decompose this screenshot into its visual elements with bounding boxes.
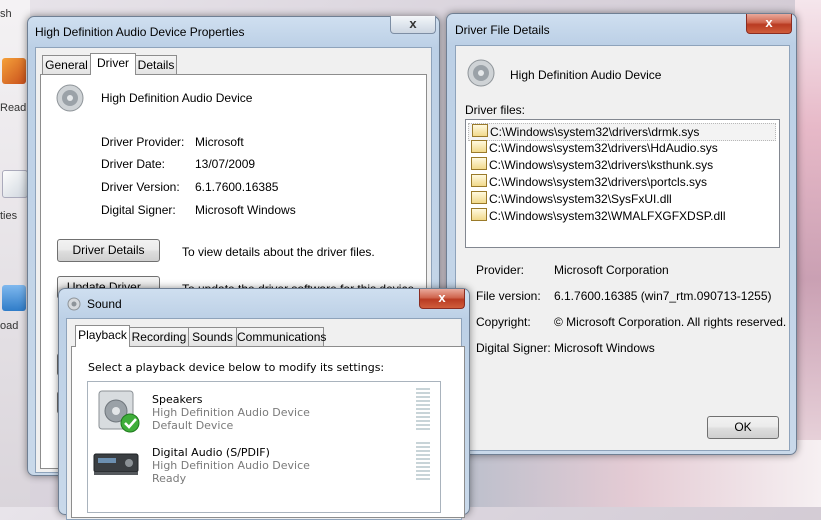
digital-signer-value: Microsoft Windows xyxy=(195,203,296,217)
spdif-device-icon[interactable] xyxy=(91,442,141,482)
file-version-value: 6.1.7600.16385 (win7_rtm.090713-1255) xyxy=(554,289,772,303)
speaker-icon xyxy=(467,59,495,87)
driver-details-button[interactable]: Driver Details xyxy=(57,239,160,262)
file-digital-signer-label: Digital Signer: xyxy=(476,341,551,355)
file-details-device-name: High Definition Audio Device xyxy=(510,68,662,82)
tab-details[interactable]: Details xyxy=(135,55,177,75)
speakers-device-icon[interactable] xyxy=(93,387,141,435)
copyright-value: © Microsoft Corporation. All rights rese… xyxy=(554,315,787,329)
provider-label: Provider: xyxy=(476,263,525,277)
sound-window-title: Sound xyxy=(87,297,122,311)
file-row[interactable]: C:\Windows\system32\drivers\portcls.sys xyxy=(468,174,774,190)
driver-date-value: 13/07/2009 xyxy=(195,157,256,171)
digital-signer-label: Digital Signer: xyxy=(101,203,176,217)
speakers-desc: High Definition Audio Device xyxy=(152,406,310,419)
driver-files-list[interactable]: C:\Windows\system32\drivers\drmk.sys C:\… xyxy=(465,119,780,248)
file-row[interactable]: C:\Windows\system32\drivers\HdAudio.sys xyxy=(468,140,774,156)
tab-recording[interactable]: Recording xyxy=(129,327,189,347)
sound-window: Sound Playback Recording Sounds Communic… xyxy=(58,288,470,520)
file-details-title: Driver File Details xyxy=(455,23,550,37)
copyright-label: Copyright: xyxy=(476,315,531,329)
file-row[interactable]: C:\Windows\system32\drivers\ksthunk.sys xyxy=(468,157,774,173)
desktop-app-icon[interactable] xyxy=(2,58,26,84)
driver-file-details-window: Driver File Details High Definition Audi… xyxy=(446,13,797,455)
desktop-file-icon[interactable] xyxy=(2,170,28,198)
desktop-label: ties xyxy=(0,210,18,222)
playback-device-list[interactable]: Speakers High Definition Audio Device De… xyxy=(87,381,441,513)
provider-value: Microsoft Corporation xyxy=(554,263,669,277)
sound-close-button[interactable]: x xyxy=(419,289,465,309)
desktop-label: sh xyxy=(0,8,12,20)
file-path: C:\Windows\system32\drivers\portcls.sys xyxy=(489,175,708,189)
playback-instruction: Select a playback device below to modify… xyxy=(88,361,385,374)
properties-window-title: High Definition Audio Device Properties xyxy=(35,25,245,39)
sound-app-icon xyxy=(67,297,81,311)
speakers-status: Default Device xyxy=(152,419,234,432)
desktop-download-icon[interactable] xyxy=(2,285,26,311)
ok-button[interactable]: OK xyxy=(707,416,779,439)
desktop-icon-strip: sh Read ties oad xyxy=(0,0,30,507)
close-icon: x xyxy=(765,15,773,30)
desktop-label: oad xyxy=(0,320,19,332)
certificate-icon xyxy=(472,124,488,137)
file-details-close-button[interactable]: x xyxy=(746,14,792,34)
tab-communications[interactable]: Communications xyxy=(236,327,326,347)
file-path: C:\Windows\system32\WMALFXGFXDSP.dll xyxy=(489,209,726,223)
driver-files-label: Driver files: xyxy=(465,103,526,117)
tab-sounds[interactable]: Sounds xyxy=(188,327,237,347)
spdif-level-meter xyxy=(416,442,430,482)
file-path: C:\Windows\system32\SysFxUI.dll xyxy=(489,192,672,206)
file-digital-signer-value: Microsoft Windows xyxy=(554,341,655,355)
desktop-label: Read xyxy=(0,102,27,114)
tab-driver[interactable]: Driver xyxy=(90,53,136,75)
certificate-icon xyxy=(471,191,487,204)
tab-general[interactable]: General xyxy=(42,55,91,75)
speakers-name: Speakers xyxy=(152,393,203,406)
file-path: C:\Windows\system32\drivers\HdAudio.sys xyxy=(489,141,718,155)
spdif-status: Ready xyxy=(152,472,187,485)
speakers-level-meter xyxy=(416,388,430,432)
spdif-name: Digital Audio (S/PDIF) xyxy=(152,446,270,459)
file-row[interactable]: C:\Windows\system32\SysFxUI.dll xyxy=(468,191,774,207)
certificate-icon xyxy=(471,208,487,221)
file-version-label: File version: xyxy=(476,289,541,303)
driver-date-label: Driver Date: xyxy=(101,157,166,171)
file-path: C:\Windows\system32\drivers\drmk.sys xyxy=(490,125,700,139)
device-name: High Definition Audio Device xyxy=(101,91,253,105)
tab-playback[interactable]: Playback xyxy=(75,325,130,347)
driver-provider-label: Driver Provider: xyxy=(101,135,185,149)
file-path: C:\Windows\system32\drivers\ksthunk.sys xyxy=(489,158,714,172)
certificate-icon xyxy=(471,174,487,187)
certificate-icon xyxy=(471,140,487,153)
properties-close-button[interactable]: x xyxy=(390,16,436,34)
speaker-icon xyxy=(56,84,84,112)
file-row[interactable]: C:\Windows\system32\WMALFXGFXDSP.dll xyxy=(468,208,774,224)
close-icon: x xyxy=(438,290,446,305)
certificate-icon xyxy=(471,157,487,170)
driver-version-value: 6.1.7600.16385 xyxy=(195,180,279,194)
spdif-desc: High Definition Audio Device xyxy=(152,459,310,472)
driver-version-label: Driver Version: xyxy=(101,180,180,194)
driver-provider-value: Microsoft xyxy=(195,135,244,149)
close-icon: x xyxy=(409,16,417,31)
wallpaper-art xyxy=(795,0,821,507)
file-row[interactable]: C:\Windows\system32\drivers\drmk.sys xyxy=(468,123,776,141)
driver-details-desc: To view details about the driver files. xyxy=(182,245,375,259)
